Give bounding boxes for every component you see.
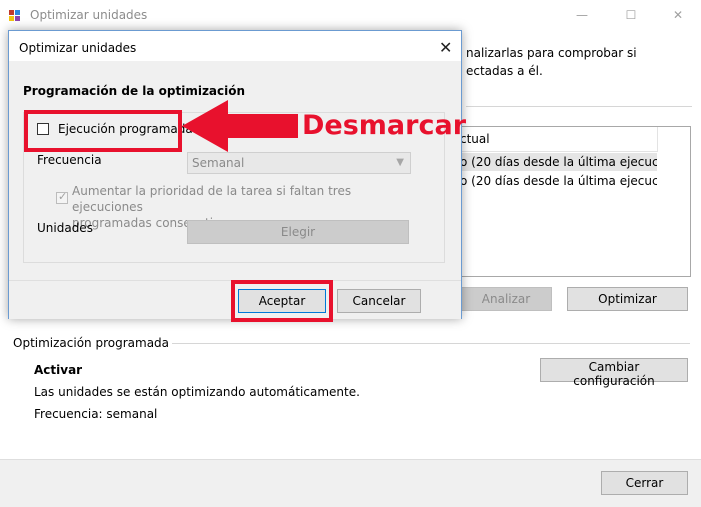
optimize-dialog: Optimizar unidades ✕ Programación de la …	[8, 30, 462, 319]
window-close-icon[interactable]: ✕	[658, 2, 698, 28]
list-item[interactable]: o (20 días desde la última ejecució	[461, 153, 657, 171]
status-title: Activar	[34, 363, 83, 377]
divider	[466, 106, 692, 107]
dialog-close-icon[interactable]: ✕	[439, 38, 452, 57]
list-item[interactable]: o (20 días desde la última ejecució	[461, 172, 657, 190]
defrag-app-icon	[8, 8, 22, 22]
analyze-button[interactable]: Analizar	[460, 287, 552, 311]
chevron-down-icon: ▼	[396, 157, 404, 168]
dialog-title: Optimizar unidades	[19, 41, 137, 55]
annotation-highlight-box	[24, 110, 182, 152]
close-button[interactable]: Cerrar	[601, 471, 688, 495]
scheduled-optimization-label: Optimización programada	[13, 336, 170, 350]
intro-line-2: ectadas a él.	[466, 64, 543, 78]
annotation-arrow-icon	[182, 100, 298, 152]
minimize-icon[interactable]: —	[562, 2, 602, 28]
status-description: Las unidades se están optimizando automá…	[34, 385, 360, 399]
annotation-text: Desmarcar	[302, 110, 467, 141]
choose-units-button[interactable]: Elegir	[187, 220, 409, 244]
intro-line-1: nalizarlas para comprobar si	[466, 46, 637, 60]
drives-list[interactable]: ctual o (20 días desde la última ejecuci…	[460, 126, 691, 277]
cancel-button[interactable]: Cancelar	[337, 289, 421, 313]
priority-checkbox[interactable]	[56, 190, 68, 204]
bottom-bar	[0, 459, 701, 507]
main-window-title: Optimizar unidades	[30, 8, 148, 22]
change-configuration-button[interactable]: Cambiar configuración	[540, 358, 688, 388]
frequency-label: Frecuencia	[37, 153, 102, 167]
intro-text: nalizarlas para comprobar si ectadas a é…	[466, 44, 696, 80]
list-column-header[interactable]: ctual	[460, 127, 658, 152]
maximize-icon[interactable]: ☐	[611, 2, 651, 28]
priority-line-1: Aumentar la prioridad de la tarea si fal…	[72, 184, 352, 214]
divider	[172, 343, 690, 344]
annotation-highlight-box	[231, 280, 333, 322]
status-frequency: Frecuencia: semanal	[34, 407, 158, 421]
optimize-button[interactable]: Optimizar	[567, 287, 688, 311]
frequency-value: Semanal	[192, 156, 245, 170]
schedule-group-title: Programación de la optimización	[23, 84, 246, 98]
units-label: Unidades	[37, 221, 93, 235]
frequency-select[interactable]: Semanal ▼	[187, 152, 411, 174]
